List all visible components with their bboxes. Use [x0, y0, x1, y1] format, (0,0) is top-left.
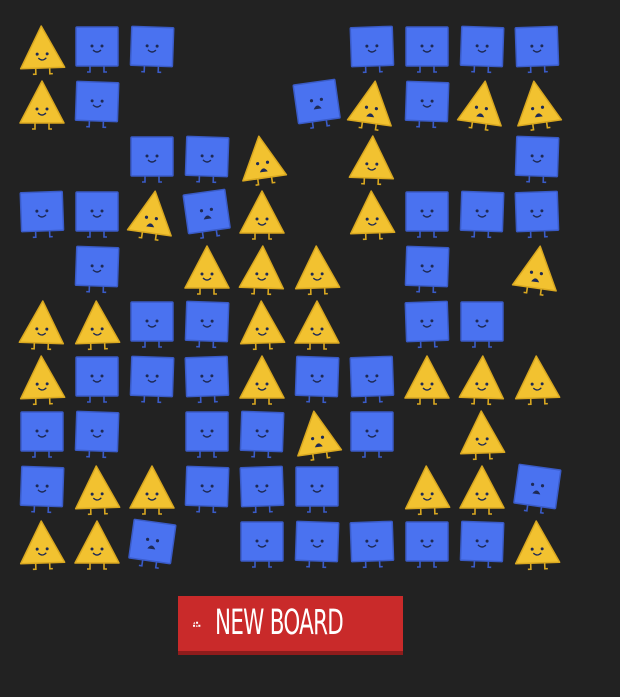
- square-agent[interactable]: [125, 22, 179, 76]
- square-agent[interactable]: [455, 517, 509, 571]
- triangle-agent[interactable]: [455, 462, 509, 516]
- triangle-agent[interactable]: [15, 517, 69, 571]
- triangle-agent[interactable]: [345, 187, 399, 241]
- square-agent[interactable]: [180, 297, 234, 351]
- triangle-agent-unhappy[interactable]: [125, 187, 179, 241]
- square-agent[interactable]: [510, 132, 564, 186]
- triangle-agent-unhappy[interactable]: [510, 77, 564, 131]
- square-agent[interactable]: [70, 407, 124, 461]
- square-agent[interactable]: [290, 352, 344, 406]
- square-agent[interactable]: [180, 462, 234, 516]
- square-agent[interactable]: [400, 242, 454, 296]
- triangle-agent-unhappy[interactable]: [510, 242, 564, 296]
- new-board-label: NEW BOARD: [214, 603, 344, 643]
- square-agent[interactable]: [400, 187, 454, 241]
- triangle-agent[interactable]: [15, 297, 69, 351]
- square-agent[interactable]: [455, 22, 509, 76]
- square-agent[interactable]: [400, 297, 454, 351]
- square-agent-unhappy[interactable]: [125, 517, 179, 571]
- square-agent[interactable]: [400, 77, 454, 131]
- square-agent[interactable]: [345, 407, 399, 461]
- triangle-agent[interactable]: [15, 352, 69, 406]
- triangle-agent[interactable]: [70, 462, 124, 516]
- square-agent[interactable]: [15, 187, 69, 241]
- triangle-agent[interactable]: [290, 297, 344, 351]
- triangle-agent[interactable]: [15, 77, 69, 131]
- triangle-agent[interactable]: [400, 352, 454, 406]
- square-agent[interactable]: [70, 352, 124, 406]
- square-agent[interactable]: [125, 297, 179, 351]
- square-agent[interactable]: [400, 22, 454, 76]
- triangle-agent[interactable]: [70, 517, 124, 571]
- square-agent[interactable]: [125, 132, 179, 186]
- square-agent[interactable]: [180, 407, 234, 461]
- triangle-agent[interactable]: [400, 462, 454, 516]
- triangle-agent-unhappy[interactable]: [345, 77, 399, 131]
- triangle-agent[interactable]: [180, 242, 234, 296]
- square-agent[interactable]: [70, 77, 124, 131]
- square-agent[interactable]: [455, 187, 509, 241]
- square-agent[interactable]: [180, 352, 234, 406]
- square-agent[interactable]: [455, 297, 509, 351]
- square-agent[interactable]: [510, 187, 564, 241]
- square-agent[interactable]: [400, 517, 454, 571]
- square-agent[interactable]: [70, 187, 124, 241]
- shapes-icon: [193, 621, 201, 627]
- square-agent[interactable]: [345, 352, 399, 406]
- square-agent[interactable]: [345, 22, 399, 76]
- triangle-agent[interactable]: [235, 297, 289, 351]
- square-agent[interactable]: [70, 22, 124, 76]
- square-agent[interactable]: [180, 132, 234, 186]
- triangle-agent-unhappy[interactable]: [455, 77, 509, 131]
- square-agent[interactable]: [290, 517, 344, 571]
- square-agent[interactable]: [345, 517, 399, 571]
- square-agent[interactable]: [235, 517, 289, 571]
- triangle-agent[interactable]: [455, 407, 509, 461]
- square-agent-unhappy[interactable]: [180, 187, 234, 241]
- square-agent[interactable]: [70, 242, 124, 296]
- triangle-agent[interactable]: [510, 352, 564, 406]
- square-agent[interactable]: [510, 22, 564, 76]
- triangle-agent[interactable]: [15, 22, 69, 76]
- triangle-agent[interactable]: [235, 242, 289, 296]
- square-agent[interactable]: [235, 407, 289, 461]
- game-board: [15, 22, 575, 582]
- triangle-agent[interactable]: [510, 517, 564, 571]
- triangle-agent-unhappy[interactable]: [290, 407, 344, 461]
- square-agent-unhappy[interactable]: [510, 462, 564, 516]
- triangle-agent-unhappy[interactable]: [235, 132, 289, 186]
- triangle-agent[interactable]: [235, 352, 289, 406]
- square-agent[interactable]: [15, 407, 69, 461]
- square-agent[interactable]: [290, 462, 344, 516]
- triangle-agent[interactable]: [290, 242, 344, 296]
- triangle-agent[interactable]: [345, 132, 399, 186]
- square-agent[interactable]: [235, 462, 289, 516]
- square-agent[interactable]: [15, 462, 69, 516]
- square-agent-unhappy[interactable]: [290, 77, 344, 131]
- triangle-agent[interactable]: [125, 462, 179, 516]
- triangle-agent[interactable]: [70, 297, 124, 351]
- triangle-agent[interactable]: [455, 352, 509, 406]
- triangle-agent[interactable]: [235, 187, 289, 241]
- new-board-button[interactable]: NEW BOARD: [178, 596, 403, 655]
- square-agent[interactable]: [125, 352, 179, 406]
